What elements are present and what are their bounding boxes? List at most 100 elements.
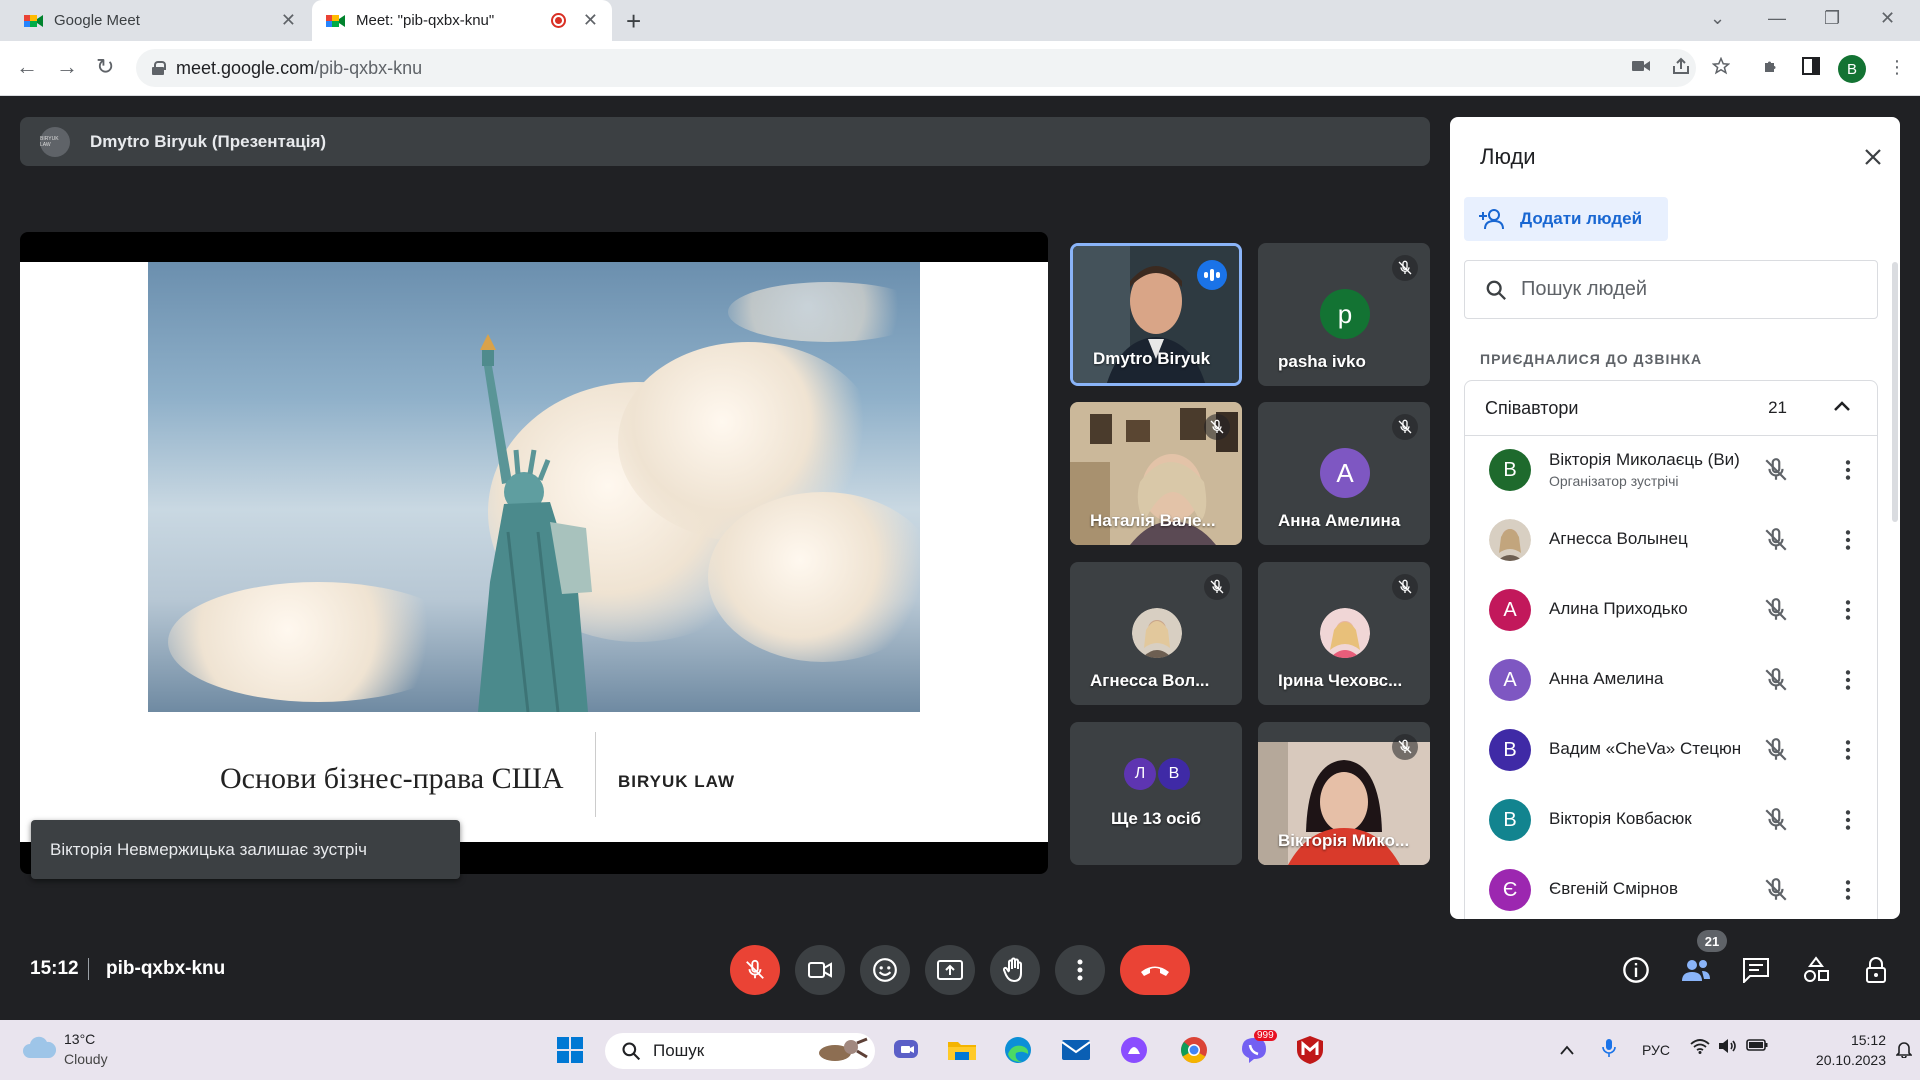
input-language[interactable]: РУС [1642,1042,1670,1058]
reactions-button[interactable] [860,945,910,995]
mic-off-icon[interactable] [1763,597,1789,623]
notifications-icon[interactable] [1895,1040,1913,1061]
tab-meet-call[interactable]: Meet: "pib-qxbx-knu" ✕ [312,0,612,41]
teams-chat-icon[interactable] [888,1032,924,1068]
taskbar-clock-date[interactable]: 20.10.2023 [1790,1052,1886,1068]
close-tab-icon[interactable]: ✕ [583,10,598,31]
avatar [1132,608,1182,658]
viber-unread-badge: 999 [1254,1030,1277,1041]
taskbar-clock-time[interactable]: 15:12 [1826,1032,1886,1048]
search-placeholder: Пошук людей [1521,278,1648,300]
edge-browser-icon[interactable] [1000,1032,1036,1068]
panel-title: Люди [1480,144,1536,169]
taskbar-search[interactable]: Пошук [605,1033,875,1069]
wifi-icon[interactable] [1690,1038,1710,1057]
list-item: В Вікторія Миколаєць (Ви) Організатор зу… [1465,435,1879,505]
host-lock-icon [1866,957,1886,983]
host-controls-button[interactable] [1858,952,1894,988]
participant-tile[interactable]: Вікторія Мико... [1258,722,1430,865]
volume-icon[interactable] [1718,1038,1738,1057]
new-tab-button[interactable]: + [626,6,641,37]
mail-icon[interactable] [1058,1032,1094,1068]
close-tab-icon[interactable]: ✕ [281,10,296,31]
battery-icon[interactable] [1746,1038,1768,1055]
mic-off-icon[interactable] [1763,527,1789,553]
mic-off-icon[interactable] [1763,737,1789,763]
url-path: /pib-qxbx-knu [314,57,423,78]
mcafee-icon[interactable] [1292,1032,1328,1068]
info-icon [1623,957,1649,983]
people-count-badge: 21 [1697,930,1727,952]
present-screen-button[interactable] [925,945,975,995]
participant-name: Агнесса Волынец [1549,529,1688,548]
more-vert-icon[interactable] [1835,737,1861,763]
camera-icon[interactable] [1632,57,1650,78]
more-participants-tile[interactable]: Л В Ще 13 осіб [1070,722,1242,865]
meeting-details-button[interactable] [1618,952,1654,988]
close-panel-button[interactable] [1858,142,1888,172]
raise-hand-button[interactable] [990,945,1040,995]
presenter-logo: BIRYUK LAW [40,126,70,157]
participant-tile[interactable]: p pasha ivko [1258,243,1430,386]
people-button[interactable] [1678,952,1714,988]
chat-icon [1743,958,1769,983]
mic-off-icon [1204,414,1230,440]
profile-avatar[interactable]: B [1838,55,1866,83]
more-vert-icon[interactable] [1835,807,1861,833]
leave-call-button[interactable] [1120,945,1190,995]
participant-name: Алина Приходько [1549,599,1688,618]
windows-logo-icon [557,1037,583,1063]
coauthors-group-header[interactable]: Співавтори 21 [1464,380,1878,436]
share-icon[interactable] [1672,57,1690,80]
chrome-icon[interactable] [1176,1032,1212,1068]
tab-google-meet[interactable]: Google Meet ✕ [10,0,310,41]
participant-tile[interactable]: Наталія Вале... [1070,402,1242,545]
chat-button[interactable] [1738,952,1774,988]
more-vert-icon[interactable] [1835,597,1861,623]
show-hidden-icons[interactable] [1560,1042,1574,1058]
maximize-icon[interactable]: ❐ [1824,8,1840,29]
tab-search-icon[interactable]: ⌄ [1710,8,1725,29]
participant-tile[interactable]: Агнесса Вол... [1070,562,1242,705]
reload-icon[interactable]: ↻ [96,54,114,80]
participant-tile[interactable]: А Анна Амелина [1258,402,1430,545]
more-vert-icon[interactable] [1835,527,1861,553]
file-explorer-icon[interactable] [944,1032,980,1068]
mic-off-icon[interactable] [1763,807,1789,833]
avatar: В [1158,758,1190,790]
forward-icon[interactable]: → [56,54,78,80]
extensions-icon[interactable] [1762,57,1780,80]
back-icon[interactable]: ← [16,54,38,80]
search-icon [622,1042,641,1061]
meet-logo-icon [24,13,44,29]
search-people-input[interactable]: Пошук людей [1464,260,1878,319]
camera-toggle-button[interactable] [795,945,845,995]
side-panel-icon[interactable] [1802,57,1820,80]
alice-assistant-icon[interactable] [1116,1032,1152,1068]
more-vert-icon [1077,959,1083,981]
more-vert-icon[interactable] [1835,877,1861,903]
mic-off-icon[interactable] [1763,877,1789,903]
more-options-button[interactable] [1055,945,1105,995]
add-people-button[interactable]: Додати людей [1464,197,1668,241]
minimize-icon[interactable]: — [1768,8,1786,29]
start-button[interactable] [552,1032,588,1068]
bookmark-star-icon[interactable] [1711,56,1731,80]
close-window-icon[interactable]: ✕ [1880,8,1895,29]
browser-menu-icon[interactable]: ⋮ [1888,57,1906,78]
participant-name: Євгеній Смірнов [1549,879,1678,898]
mic-off-icon[interactable] [1763,457,1789,483]
mic-off-icon [1392,255,1418,281]
more-vert-icon[interactable] [1835,457,1861,483]
people-panel: Люди Додати людей Пошук людей ПРИЄДНАЛИС… [1450,117,1900,919]
mic-toggle-button[interactable] [730,945,780,995]
microphone-icon[interactable] [1602,1038,1616,1061]
url-input[interactable]: meet.google.com/pib-qxbx-knu [136,49,1696,87]
panel-scrollbar[interactable] [1892,262,1898,522]
mic-off-icon[interactable] [1763,667,1789,693]
participant-tile[interactable]: Dmytro Biryuk [1070,243,1242,386]
slide-title: Основи бізнес-права США [220,762,564,795]
participant-tile[interactable]: Ірина Чеховс... [1258,562,1430,705]
activities-button[interactable] [1798,952,1834,988]
more-vert-icon[interactable] [1835,667,1861,693]
